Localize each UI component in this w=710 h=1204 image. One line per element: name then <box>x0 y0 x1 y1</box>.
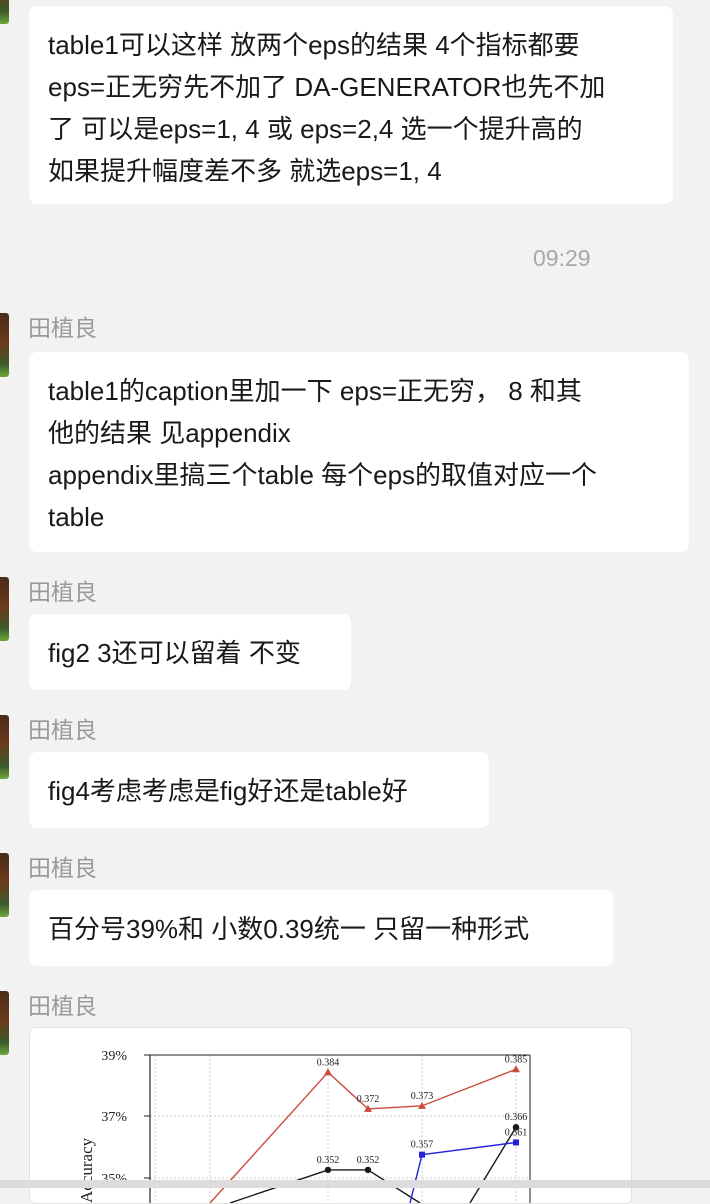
message-bubble[interactable]: fig4考虑考虑是fig好还是table好 <box>29 752 489 828</box>
data-label: 0.373 <box>411 1091 434 1102</box>
input-bar-edge <box>0 1180 710 1188</box>
chart-image-message[interactable]: 39%37%35% Accuracy 0.3840.3720.3730.3850… <box>29 1027 632 1204</box>
data-label: 0.352 <box>317 1155 340 1166</box>
message-bubble[interactable]: table1的caption里加一下 eps=正无穷， 8 和其 他的结果 见a… <box>29 352 689 552</box>
data-point <box>513 1139 519 1146</box>
y-axis-label: Accuracy <box>77 1137 96 1203</box>
data-point <box>419 1151 425 1158</box>
sender-name: 田植良 <box>28 315 97 341</box>
y-tick-label: 39% <box>101 1049 127 1064</box>
data-label: 0.384 <box>317 1057 340 1068</box>
message-bubble[interactable]: table1可以这样 放两个eps的结果 4个指标都要 eps=正无穷先不加了 … <box>29 6 673 204</box>
sender-avatar[interactable] <box>0 715 9 779</box>
sender-name: 田植良 <box>28 855 97 881</box>
data-label: 0.361 <box>505 1127 528 1138</box>
sender-avatar[interactable] <box>0 313 9 377</box>
series-line-segment <box>469 1126 517 1203</box>
message-timestamp: 09:29 <box>533 245 591 271</box>
data-point <box>364 1166 372 1174</box>
message-bubble[interactable]: 百分号39%和 小数0.39统一 只留一种形式 <box>29 890 613 966</box>
data-label: 0.372 <box>357 1094 380 1105</box>
data-label: 0.357 <box>411 1140 434 1151</box>
sender-name: 田植良 <box>28 717 97 743</box>
sender-avatar[interactable] <box>0 853 9 917</box>
y-tick-label: 37% <box>101 1110 127 1125</box>
data-label: 0.385 <box>505 1054 528 1065</box>
sender-name: 田植良 <box>28 579 97 605</box>
data-label: 0.352 <box>357 1155 380 1166</box>
message-bubble[interactable]: fig2 3还可以留着 不变 <box>29 614 351 690</box>
sender-avatar[interactable] <box>0 991 9 1055</box>
line-chart: 39%37%35% Accuracy 0.3840.3720.3730.3850… <box>77 1049 531 1203</box>
data-point <box>324 1068 332 1076</box>
data-point <box>324 1166 332 1174</box>
data-point <box>512 1065 520 1073</box>
data-label: 0.366 <box>505 1112 528 1123</box>
series-line <box>421 1141 517 1156</box>
sender-name: 田植良 <box>28 993 97 1019</box>
sender-avatar[interactable] <box>0 0 9 24</box>
series-line-segment <box>409 1154 423 1203</box>
sender-avatar[interactable] <box>0 577 9 641</box>
